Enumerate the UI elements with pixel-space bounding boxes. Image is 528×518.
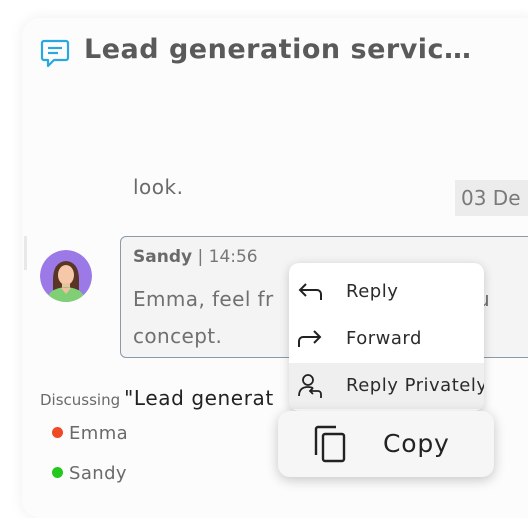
discussion-subject: "Lead generat xyxy=(124,386,274,410)
message-body-line1: Emma, feel fr xyxy=(133,287,274,311)
status-dot xyxy=(52,467,63,478)
message-time: 14:56 xyxy=(208,247,258,267)
forward-arrow-icon xyxy=(298,330,322,347)
participant-name: Sandy xyxy=(69,463,127,484)
context-menu: Reply Forward Reply Privately xyxy=(289,263,484,411)
chat-bubble-icon xyxy=(40,39,70,68)
copy-button[interactable]: Copy xyxy=(278,411,494,477)
discussion-line: Discussing "Lead generat xyxy=(40,386,274,410)
menu-item-reply[interactable]: Reply xyxy=(289,269,484,315)
menu-label: Forward xyxy=(346,328,422,349)
status-dot xyxy=(52,427,63,438)
avatar[interactable] xyxy=(40,250,92,302)
participant-emma[interactable]: Emma xyxy=(52,423,128,444)
date-separator: 03 De xyxy=(455,180,528,216)
reply-privately-icon xyxy=(298,374,322,398)
menu-label: Reply xyxy=(346,281,399,302)
reply-arrow-icon xyxy=(298,283,322,300)
menu-label: Reply Privately xyxy=(346,375,484,396)
menu-item-forward[interactable]: Forward xyxy=(289,316,484,362)
copy-label: Copy xyxy=(383,429,450,458)
message-marker xyxy=(24,236,27,270)
user-avatar-icon xyxy=(40,250,92,302)
chat-title: Lead generation servic… xyxy=(84,34,472,65)
header-separator: | xyxy=(192,247,209,267)
message-body-line2: concept. xyxy=(133,324,223,348)
copy-icon xyxy=(314,425,346,463)
menu-item-reply-privately[interactable]: Reply Privately xyxy=(289,363,484,409)
participant-sandy[interactable]: Sandy xyxy=(52,463,127,484)
discussing-label: Discussing xyxy=(40,391,121,409)
participant-name: Emma xyxy=(69,423,129,444)
message-header: Sandy | 14:56 xyxy=(133,247,258,267)
message-author: Sandy xyxy=(133,247,193,267)
previous-message-text: look. xyxy=(133,175,184,199)
